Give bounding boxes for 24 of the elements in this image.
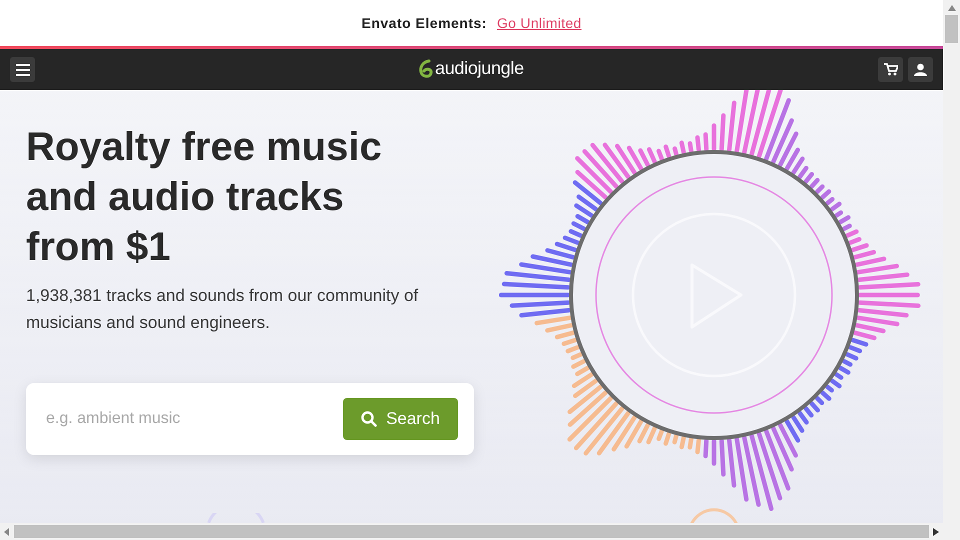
search-button[interactable]: Search	[343, 398, 458, 440]
circle-edge-icon	[690, 508, 738, 523]
promo-link[interactable]: Go Unlimited	[496, 15, 582, 31]
account-button[interactable]	[908, 57, 933, 82]
hero-subtitle: 1,938,381 tracks and sounds from our community of musicians and sound engineers.	[26, 285, 420, 334]
menu-button[interactable]	[10, 57, 35, 82]
scroll-left-icon[interactable]	[4, 528, 10, 536]
user-icon	[914, 63, 927, 76]
horizontal-scrollbar[interactable]	[0, 523, 943, 540]
scroll-right-icon[interactable]	[933, 528, 939, 536]
vertical-scrollbar[interactable]	[943, 0, 960, 540]
logo-text: audiojungle	[435, 58, 524, 79]
logo-icon	[418, 58, 434, 78]
promo-label: Envato Elements:	[361, 15, 487, 31]
search-field[interactable]: e.g. ambient music	[44, 409, 343, 430]
scrollbar-thumb[interactable]	[945, 15, 958, 43]
hero-title: Royalty free music and audio tracks from $1	[26, 124, 383, 271]
menu-icon	[16, 64, 30, 76]
search-icon	[361, 411, 378, 428]
cart-icon	[884, 63, 898, 76]
cart-button[interactable]	[878, 57, 903, 82]
scroll-up-icon[interactable]	[948, 5, 956, 11]
circle-edge-icon	[206, 513, 266, 523]
scrollbar-thumb[interactable]	[14, 525, 929, 538]
